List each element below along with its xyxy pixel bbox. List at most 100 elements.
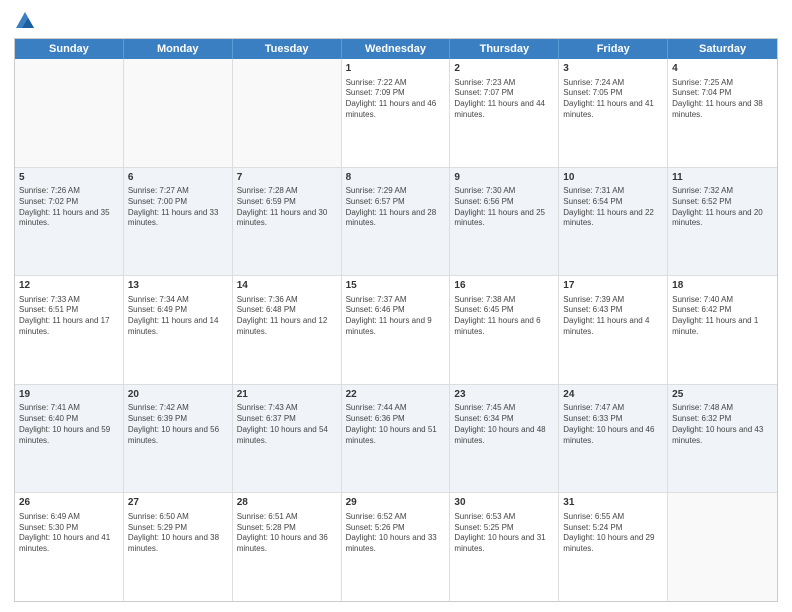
calendar-cell xyxy=(15,59,124,167)
day-number: 28 xyxy=(237,496,337,510)
calendar-header-cell: Sunday xyxy=(15,39,124,59)
day-number: 13 xyxy=(128,279,228,293)
logo xyxy=(14,10,40,32)
calendar-cell: 19Sunrise: 7:41 AM Sunset: 6:40 PM Dayli… xyxy=(15,385,124,493)
day-number: 29 xyxy=(346,496,446,510)
day-number: 11 xyxy=(672,171,773,185)
day-number: 6 xyxy=(128,171,228,185)
calendar-cell: 25Sunrise: 7:48 AM Sunset: 6:32 PM Dayli… xyxy=(668,385,777,493)
calendar-cell: 23Sunrise: 7:45 AM Sunset: 6:34 PM Dayli… xyxy=(450,385,559,493)
day-info: Sunrise: 7:41 AM Sunset: 6:40 PM Dayligh… xyxy=(19,403,119,446)
day-info: Sunrise: 7:48 AM Sunset: 6:32 PM Dayligh… xyxy=(672,403,773,446)
day-info: Sunrise: 6:51 AM Sunset: 5:28 PM Dayligh… xyxy=(237,512,337,555)
day-info: Sunrise: 7:38 AM Sunset: 6:45 PM Dayligh… xyxy=(454,295,554,338)
day-info: Sunrise: 6:49 AM Sunset: 5:30 PM Dayligh… xyxy=(19,512,119,555)
day-number: 24 xyxy=(563,388,663,402)
day-number: 8 xyxy=(346,171,446,185)
calendar-cell xyxy=(233,59,342,167)
calendar-row: 19Sunrise: 7:41 AM Sunset: 6:40 PM Dayli… xyxy=(15,385,777,494)
day-number: 5 xyxy=(19,171,119,185)
calendar-cell: 30 Sunrise: 6:53 AM Sunset: 5:25 PM Dayli… xyxy=(450,493,559,601)
logo-icon xyxy=(14,10,36,32)
calendar-cell: 14 Sunrise: 7:36 AM Sunset: 6:48 PM Dayli… xyxy=(233,276,342,384)
day-number: 27 xyxy=(128,496,228,510)
day-info: Sunrise: 7:27 AM Sunset: 7:00 PM Dayligh… xyxy=(128,186,228,229)
calendar-cell: 15 Sunrise: 7:37 AM Sunset: 6:46 PM Dayli… xyxy=(342,276,451,384)
day-number: 26 xyxy=(19,496,119,510)
calendar-cell: 18 Sunrise: 7:40 AM Sunset: 6:42 PM Dayli… xyxy=(668,276,777,384)
calendar-cell xyxy=(668,493,777,601)
day-info: Sunrise: 7:24 AM Sunset: 7:05 PM Dayligh… xyxy=(563,78,663,121)
calendar-cell: 6Sunrise: 7:27 AM Sunset: 7:00 PM Daylig… xyxy=(124,168,233,276)
day-number: 16 xyxy=(454,279,554,293)
calendar-cell: 3 Sunrise: 7:24 AM Sunset: 7:05 PM Daylig… xyxy=(559,59,668,167)
day-number: 21 xyxy=(237,388,337,402)
day-info: Sunrise: 7:43 AM Sunset: 6:37 PM Dayligh… xyxy=(237,403,337,446)
calendar-body: 1 Sunrise: 7:22 AM Sunset: 7:09 PM Daylig… xyxy=(15,59,777,601)
day-number: 15 xyxy=(346,279,446,293)
day-info: Sunrise: 7:45 AM Sunset: 6:34 PM Dayligh… xyxy=(454,403,554,446)
day-info: Sunrise: 7:25 AM Sunset: 7:04 PM Dayligh… xyxy=(672,78,773,121)
calendar-cell: 8Sunrise: 7:29 AM Sunset: 6:57 PM Daylig… xyxy=(342,168,451,276)
day-info: Sunrise: 7:34 AM Sunset: 6:49 PM Dayligh… xyxy=(128,295,228,338)
calendar-cell: 31 Sunrise: 6:55 AM Sunset: 5:24 PM Dayli… xyxy=(559,493,668,601)
day-number: 17 xyxy=(563,279,663,293)
day-number: 1 xyxy=(346,62,446,76)
day-info: Sunrise: 7:33 AM Sunset: 6:51 PM Dayligh… xyxy=(19,295,119,338)
calendar-header-cell: Wednesday xyxy=(342,39,451,59)
day-info: Sunrise: 7:30 AM Sunset: 6:56 PM Dayligh… xyxy=(454,186,554,229)
calendar-cell: 9Sunrise: 7:30 AM Sunset: 6:56 PM Daylig… xyxy=(450,168,559,276)
calendar-cell: 22Sunrise: 7:44 AM Sunset: 6:36 PM Dayli… xyxy=(342,385,451,493)
calendar-header-cell: Friday xyxy=(559,39,668,59)
day-info: Sunrise: 7:40 AM Sunset: 6:42 PM Dayligh… xyxy=(672,295,773,338)
day-number: 14 xyxy=(237,279,337,293)
calendar-row: 12 Sunrise: 7:33 AM Sunset: 6:51 PM Dayli… xyxy=(15,276,777,385)
day-number: 25 xyxy=(672,388,773,402)
day-number: 2 xyxy=(454,62,554,76)
day-info: Sunrise: 7:32 AM Sunset: 6:52 PM Dayligh… xyxy=(672,186,773,229)
day-info: Sunrise: 6:55 AM Sunset: 5:24 PM Dayligh… xyxy=(563,512,663,555)
day-info: Sunrise: 6:53 AM Sunset: 5:25 PM Dayligh… xyxy=(454,512,554,555)
calendar-header-cell: Tuesday xyxy=(233,39,342,59)
calendar-header-cell: Saturday xyxy=(668,39,777,59)
day-number: 22 xyxy=(346,388,446,402)
day-number: 4 xyxy=(672,62,773,76)
day-info: Sunrise: 7:26 AM Sunset: 7:02 PM Dayligh… xyxy=(19,186,119,229)
calendar-cell: 1 Sunrise: 7:22 AM Sunset: 7:09 PM Daylig… xyxy=(342,59,451,167)
day-info: Sunrise: 7:44 AM Sunset: 6:36 PM Dayligh… xyxy=(346,403,446,446)
day-info: Sunrise: 7:28 AM Sunset: 6:59 PM Dayligh… xyxy=(237,186,337,229)
calendar-cell: 24Sunrise: 7:47 AM Sunset: 6:33 PM Dayli… xyxy=(559,385,668,493)
calendar-row: 1 Sunrise: 7:22 AM Sunset: 7:09 PM Daylig… xyxy=(15,59,777,168)
day-number: 7 xyxy=(237,171,337,185)
calendar-row: 26 Sunrise: 6:49 AM Sunset: 5:30 PM Dayli… xyxy=(15,493,777,601)
day-info: Sunrise: 7:36 AM Sunset: 6:48 PM Dayligh… xyxy=(237,295,337,338)
calendar-cell: 2 Sunrise: 7:23 AM Sunset: 7:07 PM Daylig… xyxy=(450,59,559,167)
day-info: Sunrise: 7:37 AM Sunset: 6:46 PM Dayligh… xyxy=(346,295,446,338)
calendar-header-cell: Monday xyxy=(124,39,233,59)
calendar-cell: 29Sunrise: 6:52 AM Sunset: 5:26 PM Dayli… xyxy=(342,493,451,601)
calendar-cell: 13 Sunrise: 7:34 AM Sunset: 6:49 PM Dayli… xyxy=(124,276,233,384)
day-info: Sunrise: 7:42 AM Sunset: 6:39 PM Dayligh… xyxy=(128,403,228,446)
calendar-cell: 12 Sunrise: 7:33 AM Sunset: 6:51 PM Dayli… xyxy=(15,276,124,384)
day-number: 9 xyxy=(454,171,554,185)
day-number: 19 xyxy=(19,388,119,402)
day-info: Sunrise: 7:23 AM Sunset: 7:07 PM Dayligh… xyxy=(454,78,554,121)
day-info: Sunrise: 7:47 AM Sunset: 6:33 PM Dayligh… xyxy=(563,403,663,446)
page: SundayMondayTuesdayWednesdayThursdayFrid… xyxy=(0,0,792,612)
day-info: Sunrise: 7:22 AM Sunset: 7:09 PM Dayligh… xyxy=(346,78,446,121)
calendar-cell: 7Sunrise: 7:28 AM Sunset: 6:59 PM Daylig… xyxy=(233,168,342,276)
calendar-cell: 5Sunrise: 7:26 AM Sunset: 7:02 PM Daylig… xyxy=(15,168,124,276)
calendar-cell: 21Sunrise: 7:43 AM Sunset: 6:37 PM Dayli… xyxy=(233,385,342,493)
calendar-cell: 17Sunrise: 7:39 AM Sunset: 6:43 PM Dayli… xyxy=(559,276,668,384)
calendar-cell: 28 Sunrise: 6:51 AM Sunset: 5:28 PM Dayli… xyxy=(233,493,342,601)
calendar-header-cell: Thursday xyxy=(450,39,559,59)
day-info: Sunrise: 7:31 AM Sunset: 6:54 PM Dayligh… xyxy=(563,186,663,229)
calendar-cell xyxy=(124,59,233,167)
calendar: SundayMondayTuesdayWednesdayThursdayFrid… xyxy=(14,38,778,602)
calendar-header: SundayMondayTuesdayWednesdayThursdayFrid… xyxy=(15,39,777,59)
day-number: 31 xyxy=(563,496,663,510)
day-number: 30 xyxy=(454,496,554,510)
day-number: 12 xyxy=(19,279,119,293)
day-number: 3 xyxy=(563,62,663,76)
day-number: 18 xyxy=(672,279,773,293)
